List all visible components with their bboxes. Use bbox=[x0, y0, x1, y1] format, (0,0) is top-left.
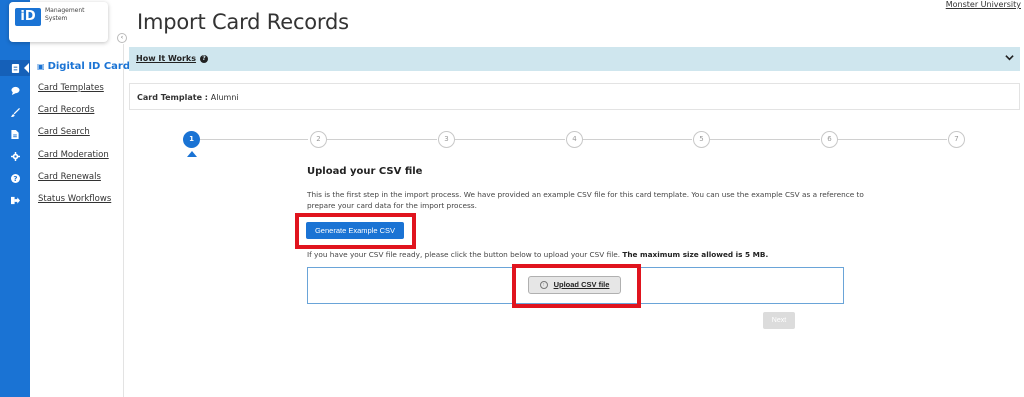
generate-example-csv-button[interactable]: Generate Example CSV bbox=[306, 222, 404, 239]
upload-hint: If you have your CSV file ready, please … bbox=[307, 250, 769, 259]
step-connector bbox=[838, 139, 947, 140]
sidebar-item-card-renewals[interactable]: Card Renewals bbox=[38, 172, 101, 182]
sidebar-item-status-workflows[interactable]: Status Workflows bbox=[38, 194, 111, 204]
step-1[interactable]: 1 bbox=[183, 131, 200, 148]
step-connector bbox=[200, 139, 308, 140]
step-7[interactable]: 7 bbox=[948, 131, 965, 148]
section-description: This is the first step in the import pro… bbox=[307, 190, 864, 210]
step-6[interactable]: 6 bbox=[821, 131, 838, 148]
step-4[interactable]: 4 bbox=[566, 131, 583, 148]
upload-icon: ↑ bbox=[539, 281, 548, 290]
section-title: Upload your CSV file bbox=[307, 166, 423, 177]
step-connector bbox=[710, 139, 820, 140]
active-step-pointer bbox=[187, 151, 197, 157]
step-connector bbox=[327, 139, 437, 140]
step-2[interactable]: 2 bbox=[310, 131, 327, 148]
import-stepper: 1 2 3 4 5 6 7 bbox=[0, 0, 1024, 160]
help-icon[interactable]: ? bbox=[7, 170, 23, 186]
step-connector bbox=[583, 139, 692, 140]
logout-icon[interactable] bbox=[7, 192, 23, 208]
next-button[interactable]: Next bbox=[763, 312, 795, 329]
step-3[interactable]: 3 bbox=[438, 131, 455, 148]
upload-csv-button[interactable]: ↑ Upload CSV file bbox=[528, 276, 621, 294]
svg-text:?: ? bbox=[13, 174, 17, 183]
step-5[interactable]: 5 bbox=[693, 131, 710, 148]
step-connector bbox=[455, 139, 565, 140]
